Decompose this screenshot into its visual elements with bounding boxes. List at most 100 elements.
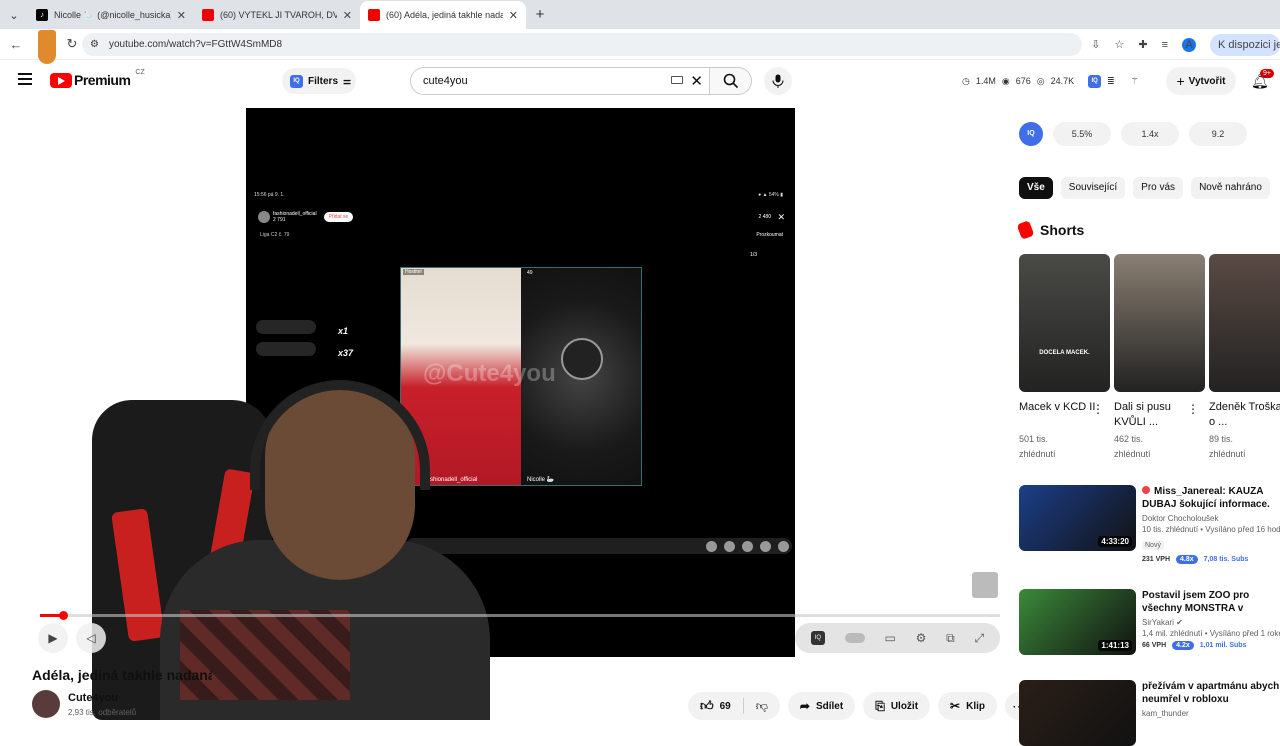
video-title[interactable]: přežívám v apartmánu abych neumřel v rob… (1142, 680, 1280, 706)
miniplayer-icon[interactable]: ⧉ (946, 631, 955, 646)
shorts-shelf: DOCELA MACEK. Macek v KCD II 501 tis. zh… (1019, 254, 1280, 462)
keyboard-icon[interactable] (671, 76, 683, 84)
video-title[interactable]: Miss_Janereal: KAUZA DUBAJ šokující info… (1142, 485, 1280, 511)
video-progress-bar[interactable] (40, 614, 1000, 617)
fullscreen-icon[interactable]: ⤢ (974, 631, 984, 646)
short-thumbnail[interactable]: DOCELA MACEK. (1019, 254, 1110, 392)
muted-speaker-icon: ◁ (86, 631, 96, 645)
filters-button[interactable]: IQ Filters ⚌ (282, 68, 356, 94)
iq-icon[interactable]: IQ (1088, 74, 1102, 88)
extensions-icon[interactable]: ✚ (1138, 38, 1147, 51)
short-item[interactable]: Dali si pusu KVŮLI ... 462 tis. zhlédnut… (1114, 254, 1205, 462)
recommended-video[interactable]: 4:33:20 Miss_Janereal: KAUZA DUBAJ šokuj… (1019, 485, 1280, 564)
dislike-button[interactable]: 👎︎ (744, 699, 780, 714)
channel-name[interactable]: SirYakari ✔ (1142, 618, 1280, 627)
channel-name[interactable]: kam_thunder (1142, 709, 1280, 718)
short-item[interactable]: DOCELA MACEK. Macek v KCD II 501 tis. zh… (1019, 254, 1110, 462)
stream-time: 15:56 pá 9. 1. (254, 192, 285, 198)
iq-icon[interactable]: IQ (810, 631, 825, 645)
player-controls-left: ▶ ◁ (38, 623, 106, 653)
short-title[interactable]: Macek v KCD II (1019, 400, 1097, 430)
short-thumbnail[interactable] (1209, 254, 1280, 392)
browser-tab-1[interactable]: ♪ Nicolle 🦢 (@nicolle_husicka) ✕ (28, 1, 194, 29)
channel-name[interactable]: Doktor Chocholoušek (1142, 514, 1280, 523)
iq-icon: IQ (290, 74, 303, 88)
short-caption: DOCELA MACEK. (1039, 350, 1090, 356)
views-stat: 1.4M (975, 76, 996, 86)
short-title[interactable]: Zdeněk Troška o ... (1209, 400, 1280, 430)
address-bar-row: ← ↻ ⚙ youtube.com/watch?v=FGttW4SmMD8 ⇩ … (0, 29, 1280, 60)
chip-all[interactable]: Vše (1019, 177, 1053, 199)
share-button[interactable]: ➦ Sdílet (787, 692, 856, 720)
voice-search-button[interactable] (764, 67, 792, 95)
profile-avatar[interactable]: A (1182, 37, 1196, 52)
tab-search-button[interactable]: ⌄ (0, 1, 28, 29)
subtitles-icon[interactable]: ▭ (884, 631, 895, 645)
back-icon[interactable]: ← (2, 37, 30, 52)
iq-metric: 9.2 (1189, 122, 1247, 146)
reading-list-icon[interactable]: ≡ (1162, 39, 1168, 51)
gift-multiplier: x37 (338, 348, 354, 358)
like-button[interactable]: 👍︎ 69 (688, 698, 744, 714)
channel-avatar[interactable] (32, 690, 60, 718)
autoplay-toggle[interactable] (844, 633, 865, 643)
close-tab-icon[interactable]: ✕ (177, 9, 186, 22)
scrubber-handle[interactable] (59, 611, 69, 620)
close-tab-icon[interactable]: ✕ (509, 9, 518, 22)
chip-recently-uploaded[interactable]: Nově nahráno (1191, 177, 1270, 199)
duration-badge: 4:33:20 (1098, 536, 1132, 547)
stream-close-icon: ✕ (777, 212, 785, 222)
short-item[interactable]: Zdeněk Troška o ... 89 tis. zhlédnutí (1209, 254, 1280, 462)
clear-search-icon[interactable]: ✕ (690, 72, 703, 90)
video-thumbnail[interactable]: 1:41:13 (1019, 589, 1136, 655)
video-thumbnail[interactable]: 4:33:20 (1019, 485, 1136, 551)
save-button[interactable]: ⎘ Uložit (863, 692, 931, 720)
short-title[interactable]: Dali si pusu KVŮLI ... (1114, 400, 1192, 430)
vph-stat: 66 VPH (1142, 642, 1167, 649)
chip-for-you[interactable]: Pro vás (1133, 177, 1184, 199)
create-button[interactable]: + Vytvořit (1166, 67, 1236, 95)
shirt-print (180, 610, 350, 700)
notification-count-badge: 9+ (1260, 69, 1274, 78)
browser-tab-2[interactable]: (60) VYTEKL JI TVAROH, DVAKRÁT ✕ (194, 1, 360, 29)
filter-chips: Vše Související Pro vás Nově nahráno (1019, 177, 1270, 199)
search-button[interactable] (710, 67, 752, 95)
recommended-video[interactable]: přežívám v apartmánu abych neumřel v rob… (1019, 680, 1280, 746)
sliders-icon: ⚌ (343, 75, 352, 86)
recommended-video[interactable]: 1:41:13 Postavil jsem ZOO pro všechny MO… (1019, 589, 1280, 655)
bookmark-star-icon[interactable]: ☆ (1114, 38, 1124, 51)
more-options-icon[interactable]: ⋮ (1092, 402, 1104, 416)
video-title[interactable]: Postavil jsem ZOO pro všechny MONSTRA v … (1142, 589, 1280, 615)
search-input[interactable]: cute4you ✕ (410, 67, 710, 95)
playlist-icon[interactable]: ≣ (1107, 76, 1115, 87)
video-iq-stats: 231 VPH 4.8x 7,08 tis. Subs (1142, 555, 1280, 564)
tab-title: Nicolle 🦢 (@nicolle_husicka) (54, 9, 171, 20)
video-stats: ◷ 1.4M ◉ 676 ◎ 24.7K IQ ≣ ⚚ (962, 71, 1139, 91)
mute-button[interactable]: ◁ (76, 623, 106, 653)
mini-thumbnail (972, 572, 998, 598)
install-app-icon[interactable]: ⇩ (1091, 38, 1100, 51)
video-thumbnail[interactable] (1019, 680, 1136, 746)
youtube-logo[interactable]: Premium CZ (48, 69, 145, 88)
new-tab-button[interactable]: + (526, 1, 554, 29)
explore-label: Prozkoumat (756, 232, 783, 238)
chip-related[interactable]: Související (1060, 177, 1126, 199)
youtube-header: Premium CZ IQ Filters ⚌ cute4you ✕ ◷ 1.4… (0, 60, 1280, 102)
more-options-icon[interactable]: ⋮ (1187, 402, 1199, 416)
short-thumbnail[interactable] (1114, 254, 1205, 392)
clip-button[interactable]: ✂ Klip (938, 692, 997, 720)
browser-tab-3[interactable]: (60) Adéla, jediná takhle nadaná ✕ (360, 1, 526, 29)
play-button[interactable]: ▶ (38, 623, 68, 653)
filters-label: Filters (308, 75, 339, 87)
site-info-icon[interactable]: ⚙ (90, 39, 99, 50)
settings-gear-icon[interactable]: ⚙ (916, 631, 927, 645)
update-available-button[interactable]: K dispozici je nová verze (1210, 33, 1280, 56)
channel-name[interactable]: Cute4you (68, 692, 118, 704)
iq-logo-icon[interactable]: IQ (1019, 122, 1043, 146)
close-tab-icon[interactable]: ✕ (343, 9, 352, 22)
video-meta: 1,4 mil. zhlédnutí • Vysíláno před 1 rok… (1142, 629, 1280, 638)
short-views: 462 tis. zhlédnutí (1114, 434, 1151, 459)
omnibox[interactable]: ⚙ youtube.com/watch?v=FGttW4SmMD8 (82, 33, 1082, 56)
menu-icon[interactable] (18, 73, 32, 88)
magic-wand-icon[interactable]: ⚚ (1131, 76, 1139, 87)
